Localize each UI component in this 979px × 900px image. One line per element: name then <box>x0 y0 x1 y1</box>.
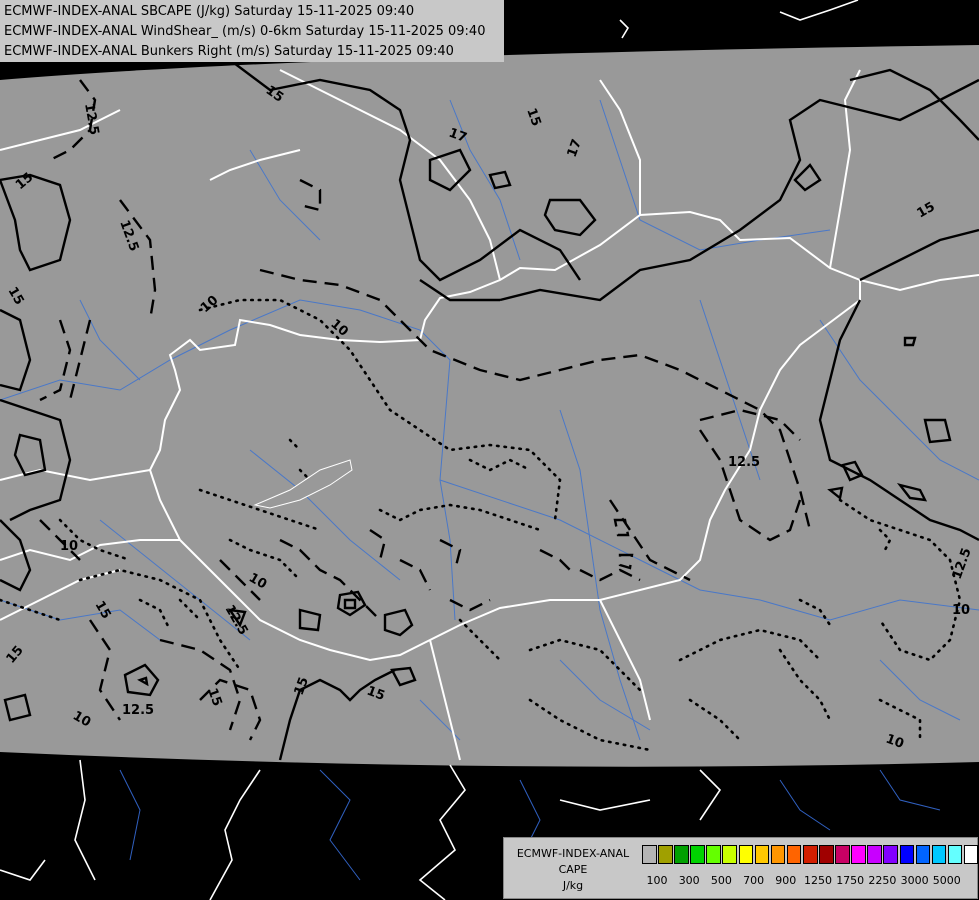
legend-swatch <box>835 845 850 864</box>
legend-swatch <box>915 845 931 864</box>
legend-unit: J/kg <box>562 879 584 892</box>
contour-label: 12.5 <box>122 703 154 718</box>
legend-title: ECMWF-INDEX-ANAL <box>516 847 630 860</box>
legend-tick-label: 3000 <box>900 874 929 887</box>
legend-swatch <box>931 845 947 864</box>
legend-tick-label: 2250 <box>868 874 897 887</box>
legend-swatch <box>899 845 915 864</box>
header-line-bunkers: ECMWF-INDEX-ANAL Bunkers Right (m/s) Sat… <box>4 44 454 59</box>
legend-swatch <box>690 845 705 864</box>
legend-tick-label: 300 <box>678 874 700 887</box>
contour-label: 12.5 <box>728 455 760 470</box>
legend-tick-label: 1250 <box>804 874 832 887</box>
legend-field: CAPE <box>558 863 588 876</box>
legend-swatch <box>706 845 721 864</box>
legend-swatch <box>819 845 834 864</box>
legend-tick-label: 1750 <box>836 874 865 887</box>
header-line-sbcape: ECMWF-INDEX-ANAL SBCAPE (J/kg) Saturday … <box>4 4 415 19</box>
legend-swatch <box>867 845 882 864</box>
legend-swatch <box>947 845 963 864</box>
contour-label: 10 <box>952 603 970 618</box>
legend-swatches <box>642 845 979 864</box>
legend-tick-label: 900 <box>775 874 797 887</box>
legend-swatch <box>963 845 979 864</box>
legend-swatch <box>786 845 802 864</box>
legend-swatch <box>722 845 738 864</box>
map-header: ECMWF-INDEX-ANAL SBCAPE (J/kg) Saturday … <box>0 0 504 62</box>
header-line-windshear: ECMWF-INDEX-ANAL WindShear_ (m/s) 0-6km … <box>4 24 486 39</box>
legend-swatch <box>658 845 673 864</box>
legend-swatch <box>738 845 754 864</box>
legend-tick-label: 500 <box>710 874 732 887</box>
legend-tick-label: 100 <box>646 874 668 887</box>
data-domain <box>0 45 979 767</box>
legend-swatch <box>802 845 818 864</box>
legend-swatch <box>674 845 689 864</box>
cape-legend: ECMWF-INDEX-ANAL CAPE J/kg 100 300 500 700 9… <box>503 837 979 899</box>
legend-swatch <box>851 845 866 864</box>
legend-ticks: 100 300 500 700 900 1250 1750 2250 3000 5000 <box>638 874 968 888</box>
legend-swatch <box>754 845 770 864</box>
contour-label: 10 <box>60 539 78 554</box>
weather-map: 12.5 15 17 15 17 12.5 15 15 10 10 12.5 1… <box>0 0 979 900</box>
legend-tick-label: 5000 <box>932 874 961 887</box>
legend-swatch <box>883 845 898 864</box>
legend-tick-label: 700 <box>743 874 765 887</box>
legend-swatch <box>642 845 657 864</box>
legend-swatch <box>770 845 786 864</box>
